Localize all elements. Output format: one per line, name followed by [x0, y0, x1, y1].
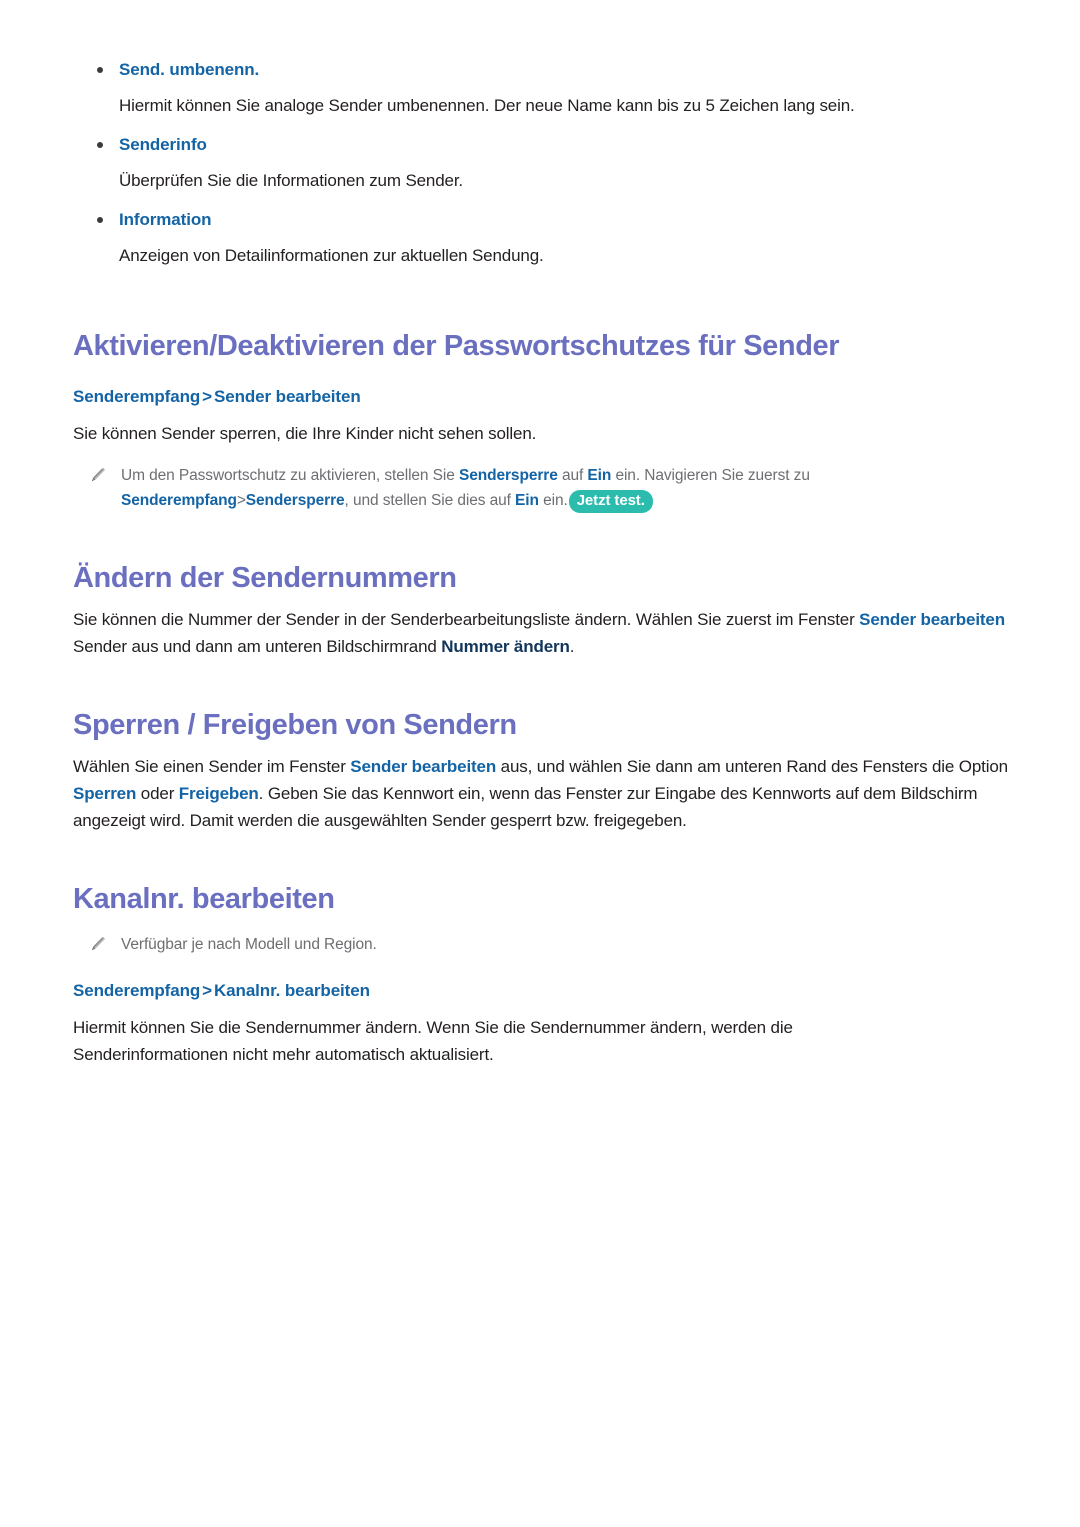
note-text-part-4: , und stellen Sie dies auf [344, 492, 516, 509]
paragraph-text-part-3: . [569, 637, 575, 656]
emphasis-freigeben: Freigeben [178, 784, 259, 803]
note-emphasis-sendersperre: Sendersperre [458, 467, 558, 484]
paragraph-text-part-2: Sender aus und dann am unteren Bildschir… [73, 637, 442, 656]
note-text-part-3: ein. Navigieren Sie zuerst zu [611, 467, 810, 484]
paragraph-text-part-1: Sie können die Nummer der Sender in der … [73, 610, 860, 629]
breadcrumb-item-first[interactable]: Senderempfang [73, 387, 200, 406]
bullet-dot-icon [97, 142, 103, 148]
emphasis-nummer-aendern: Nummer ändern [441, 637, 570, 656]
breadcrumb-item-second[interactable]: Kanalnr. bearbeiten [214, 981, 370, 1000]
bullet-description: Überprüfen Sie die Informationen zum Sen… [119, 171, 463, 190]
note-emphasis-ein-2: Ein [515, 492, 539, 509]
emphasis-sender-bearbeiten: Sender bearbeiten [859, 610, 1005, 629]
feature-bullet-list: Send. umbenenn. Hiermit können Sie analo… [73, 58, 1008, 269]
note-text-part-5: ein. [538, 492, 568, 509]
pencil-icon [92, 467, 105, 481]
bullet-description: Hiermit können Sie analoge Sender umbene… [119, 96, 855, 115]
list-item: Senderinfo [73, 133, 1008, 157]
bullet-description: Anzeigen von Detailinformationen zur akt… [119, 246, 544, 265]
breadcrumb: Senderempfang > Kanalnr. bearbeiten [73, 979, 1008, 1003]
breadcrumb: Senderempfang > Sender bearbeiten [73, 385, 1008, 409]
note-text-part-1: Um den Passwortschutz zu aktivieren, ste… [121, 467, 459, 484]
breadcrumb-separator: > [202, 387, 212, 406]
note-emphasis-sendersperre-2: Sendersperre [245, 492, 345, 509]
document-page: Send. umbenenn. Hiermit können Sie analo… [0, 0, 1080, 1527]
emphasis-sperren: Sperren [73, 784, 137, 803]
paragraph-text-part-1: Wählen Sie einen Sender im Fenster [73, 757, 351, 776]
breadcrumb-item-second[interactable]: Sender bearbeiten [214, 387, 361, 406]
note-text-part-2: auf [557, 467, 588, 484]
paragraph-text-part-2: aus, und wählen Sie dann am unteren Rand… [496, 757, 1009, 776]
note-text: Verfügbar je nach Modell und Region. [121, 936, 377, 953]
breadcrumb-item-first[interactable]: Senderempfang [73, 981, 200, 1000]
paragraph-text-part-3: oder [136, 784, 179, 803]
paragraph-edit-channel-number: Hiermit können Sie die Sendernummer ände… [73, 1018, 793, 1064]
paragraph-change-channel-numbers: Sie können die Nummer der Sender in der … [73, 606, 1008, 660]
note-emphasis-ein-1: Ein [587, 467, 612, 484]
page-title-lock-unlock-channels: Sperren / Freigeben von Sendern [73, 709, 517, 741]
page-title-change-channel-numbers: Ändern der Sendernummern [73, 562, 457, 594]
document-content: Send. umbenenn. Hiermit können Sie analo… [73, 58, 1008, 1068]
note-path-separator: > [236, 492, 246, 509]
list-item: Information [73, 208, 1008, 232]
bullet-dot-icon [97, 67, 103, 73]
paragraph-lock-unlock-channels: Wählen Sie einen Sender im Fenster Sende… [73, 753, 1008, 834]
breadcrumb-separator: > [202, 981, 212, 1000]
note-password-protection: Um den Passwortschutz zu aktivieren, ste… [73, 463, 1008, 513]
note-emphasis-senderempfang: Senderempfang [121, 492, 237, 509]
bullet-label: Senderinfo [119, 135, 207, 154]
page-title-password-protection: Aktivieren/Deaktivieren der Passwortschu… [73, 330, 840, 362]
try-now-badge[interactable]: Jetzt test. [568, 490, 653, 513]
bullet-label: Information [119, 210, 212, 229]
list-item: Send. umbenenn. [73, 58, 1008, 82]
note-availability: Verfügbar je nach Modell und Region. [73, 932, 1008, 957]
paragraph-password-protection: Sie können Sender sperren, die Ihre Kind… [73, 424, 537, 443]
emphasis-sender-bearbeiten: Sender bearbeiten [350, 757, 497, 776]
bullet-label: Send. umbenenn. [119, 60, 260, 79]
bullet-dot-icon [97, 217, 103, 223]
page-title-edit-channel-number: Kanalnr. bearbeiten [73, 883, 335, 915]
pencil-icon [92, 936, 105, 950]
